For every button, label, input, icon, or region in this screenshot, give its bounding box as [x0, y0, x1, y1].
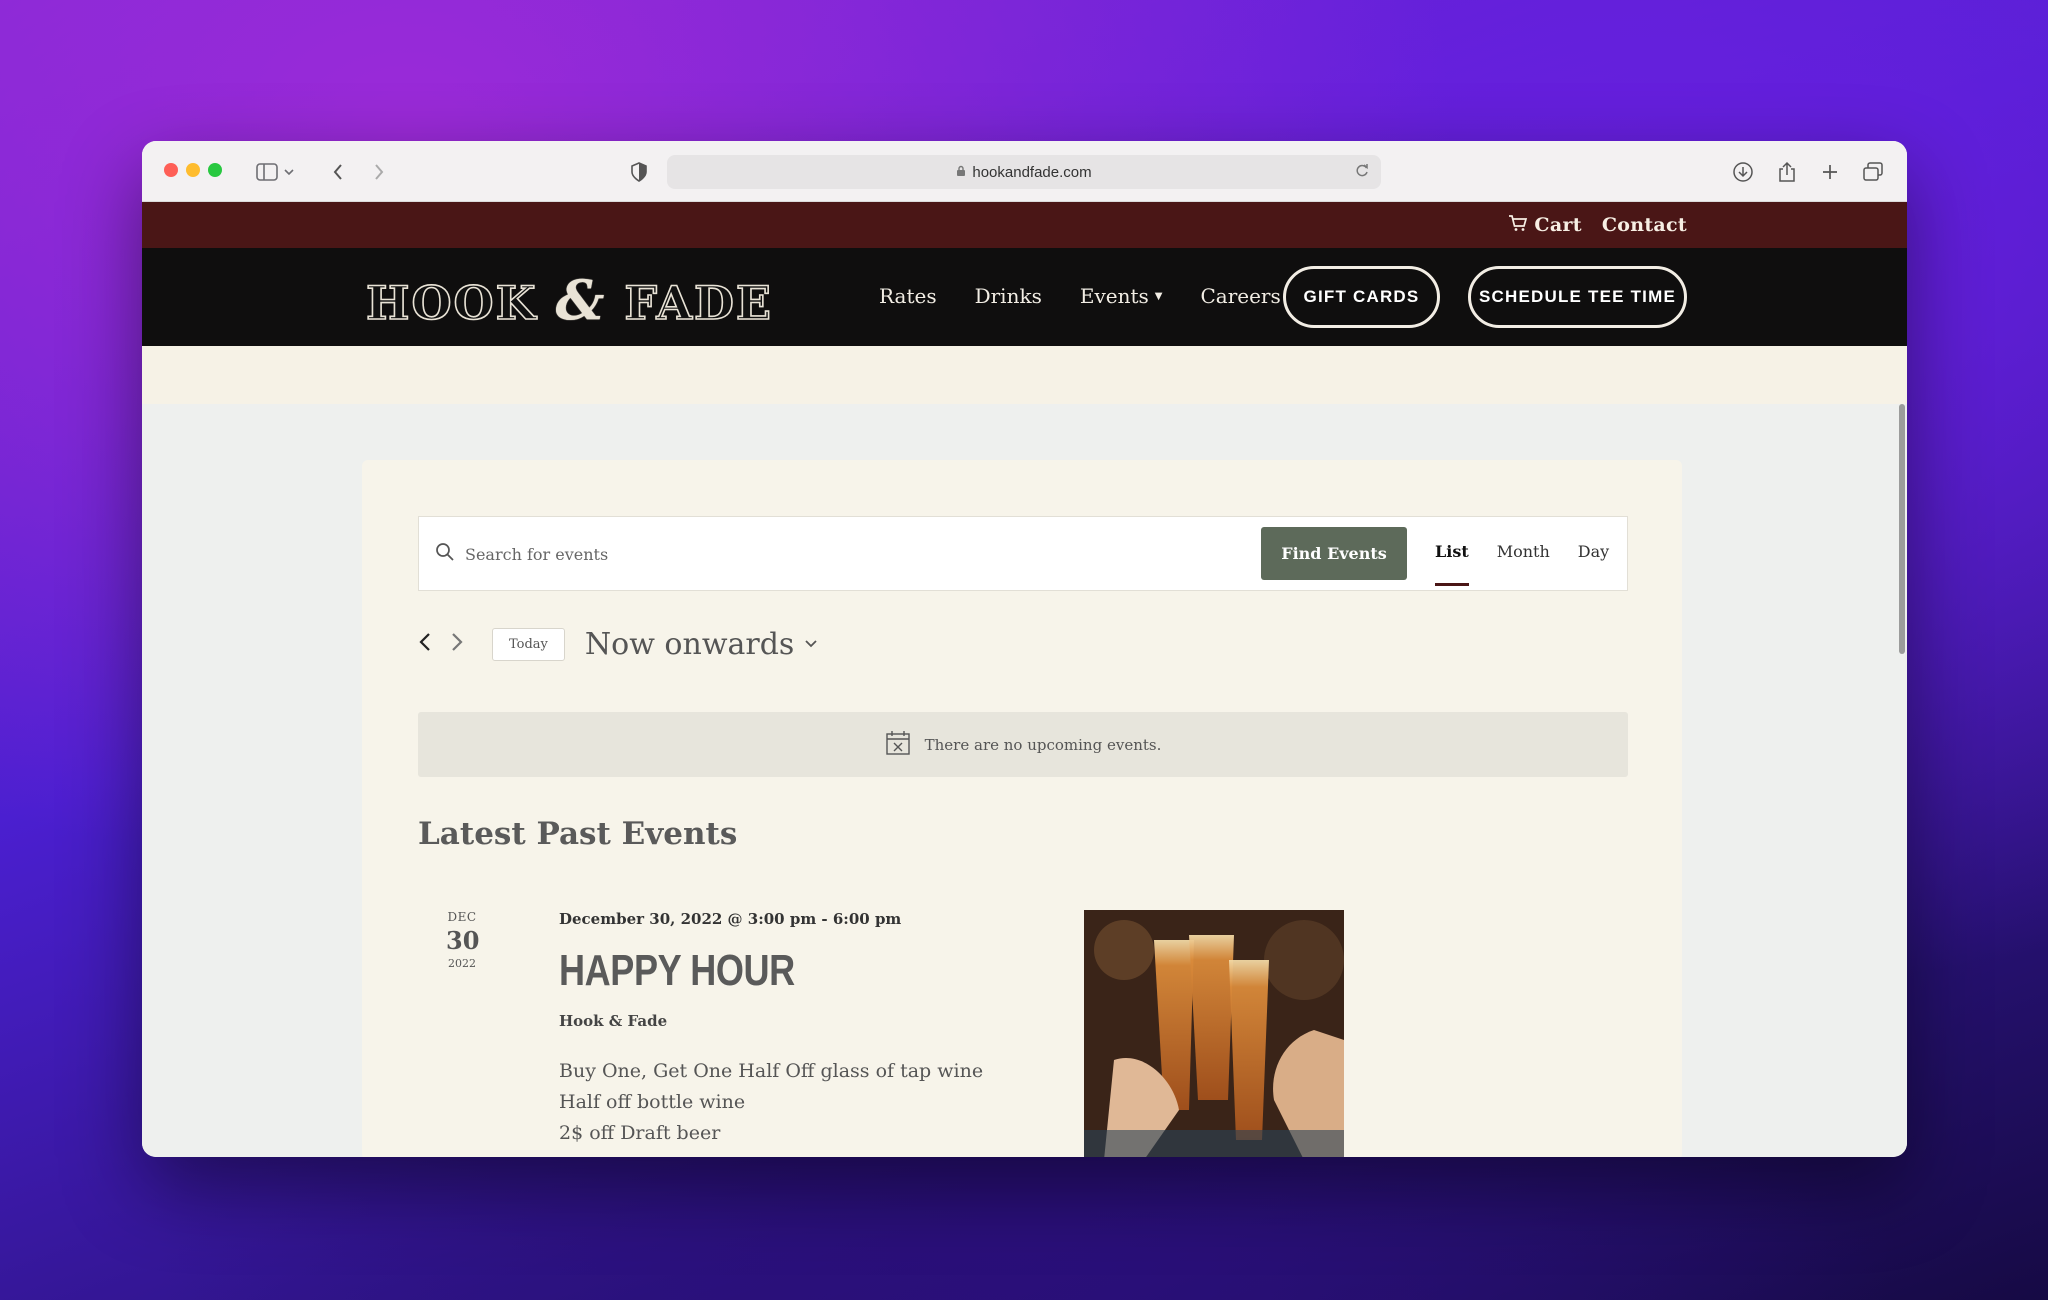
zoom-button[interactable]: [208, 163, 222, 177]
event-info: December 30, 2022 @ 3:00 pm - 6:00 pm HA…: [559, 910, 1039, 1149]
today-button[interactable]: Today: [492, 628, 565, 661]
hero-band: [142, 346, 1907, 404]
nav-events[interactable]: Events ▼: [1080, 284, 1163, 308]
close-button[interactable]: [164, 163, 178, 177]
event-description-line: Buy One, Get One Half Off glass of tap w…: [559, 1060, 984, 1082]
new-tab-icon[interactable]: [1817, 159, 1843, 185]
event-day: 30: [446, 926, 480, 955]
event-year: 2022: [448, 957, 476, 970]
event-item: DEC 30 2022 December 30, 2022 @ 3:00 pm …: [418, 910, 1628, 1157]
no-events-notice: There are no upcoming events.: [418, 712, 1628, 777]
reload-icon[interactable]: [1355, 162, 1369, 182]
scrollbar[interactable]: [1899, 404, 1905, 654]
event-venue: Hook & Fade: [559, 1012, 668, 1030]
schedule-tee-time-button[interactable]: SCHEDULE TEE TIME: [1468, 266, 1687, 328]
event-description-line: Half off bottle wine: [559, 1091, 746, 1113]
gift-cards-button[interactable]: GIFT CARDS: [1283, 266, 1440, 328]
site-logo[interactable]: HOOK & FADE: [365, 268, 773, 332]
caret-down-icon: ▼: [1154, 290, 1163, 302]
event-date-tag: DEC 30 2022: [446, 910, 480, 970]
nav-careers[interactable]: Careers: [1200, 284, 1280, 308]
utility-bar: Cart Contact: [142, 202, 1907, 248]
back-icon[interactable]: [325, 159, 351, 185]
window-controls: [164, 163, 222, 177]
cart-link[interactable]: Cart: [1508, 214, 1582, 237]
nav-rates[interactable]: Rates: [879, 284, 937, 308]
event-description-line: 2$ off Draft beer: [559, 1122, 721, 1144]
event-month: DEC: [447, 910, 477, 924]
event-image[interactable]: [1084, 910, 1344, 1157]
events-card: Find Events List Month Day Today Now onw…: [362, 460, 1682, 1157]
forward-icon[interactable]: [366, 159, 392, 185]
download-icon[interactable]: [1730, 159, 1756, 185]
chevron-down-icon: [804, 637, 818, 653]
nav-links: Rates Drinks Events ▼ Careers: [879, 284, 1281, 308]
url-text: hookandfade.com: [972, 163, 1092, 181]
search-icon: [435, 542, 455, 566]
date-navigation: Today Now onwards: [418, 627, 818, 662]
view-list[interactable]: List: [1435, 542, 1469, 586]
find-events-button[interactable]: Find Events: [1261, 527, 1407, 580]
search-input[interactable]: [465, 539, 1065, 569]
view-day[interactable]: Day: [1578, 542, 1609, 561]
calendar-x-icon: [885, 730, 911, 760]
event-title[interactable]: HAPPY HOUR: [559, 946, 953, 996]
notice-text: There are no upcoming events.: [924, 735, 1162, 754]
lock-icon: [956, 165, 966, 180]
view-month[interactable]: Month: [1497, 542, 1550, 561]
shield-icon[interactable]: [626, 159, 652, 185]
event-datetime: December 30, 2022 @ 3:00 pm - 6:00 pm: [559, 910, 902, 928]
browser-window: hookandfade.com Cart Contact HOOK & FADE: [142, 141, 1907, 1157]
event-description: Buy One, Get One Half Off glass of tap w…: [559, 1056, 1039, 1149]
share-icon[interactable]: [1774, 159, 1800, 185]
previous-icon[interactable]: [418, 631, 434, 659]
address-bar[interactable]: hookandfade.com: [667, 155, 1381, 189]
cart-icon: [1508, 214, 1528, 237]
view-switcher: List Month Day: [1435, 542, 1609, 586]
date-range-label: Now onwards: [584, 627, 795, 662]
sidebar-icon[interactable]: [254, 159, 280, 185]
cart-label: Cart: [1534, 214, 1582, 236]
contact-link[interactable]: Contact: [1602, 214, 1687, 236]
date-range-selector[interactable]: Now onwards: [585, 627, 818, 662]
main-navigation: HOOK & FADE Rates Drinks Events ▼ Career…: [142, 248, 1907, 346]
tab-overview-icon[interactable]: [1860, 159, 1886, 185]
chevron-down-icon[interactable]: [282, 159, 296, 185]
nav-events-label: Events: [1079, 284, 1149, 308]
events-search-bar: Find Events List Month Day: [418, 516, 1628, 591]
minimize-button[interactable]: [186, 163, 200, 177]
nav-drinks[interactable]: Drinks: [975, 284, 1042, 308]
browser-toolbar: hookandfade.com: [142, 141, 1907, 202]
past-events-heading: Latest Past Events: [418, 816, 738, 852]
page-content: Find Events List Month Day Today Now onw…: [142, 404, 1907, 1157]
next-icon[interactable]: [450, 631, 466, 659]
